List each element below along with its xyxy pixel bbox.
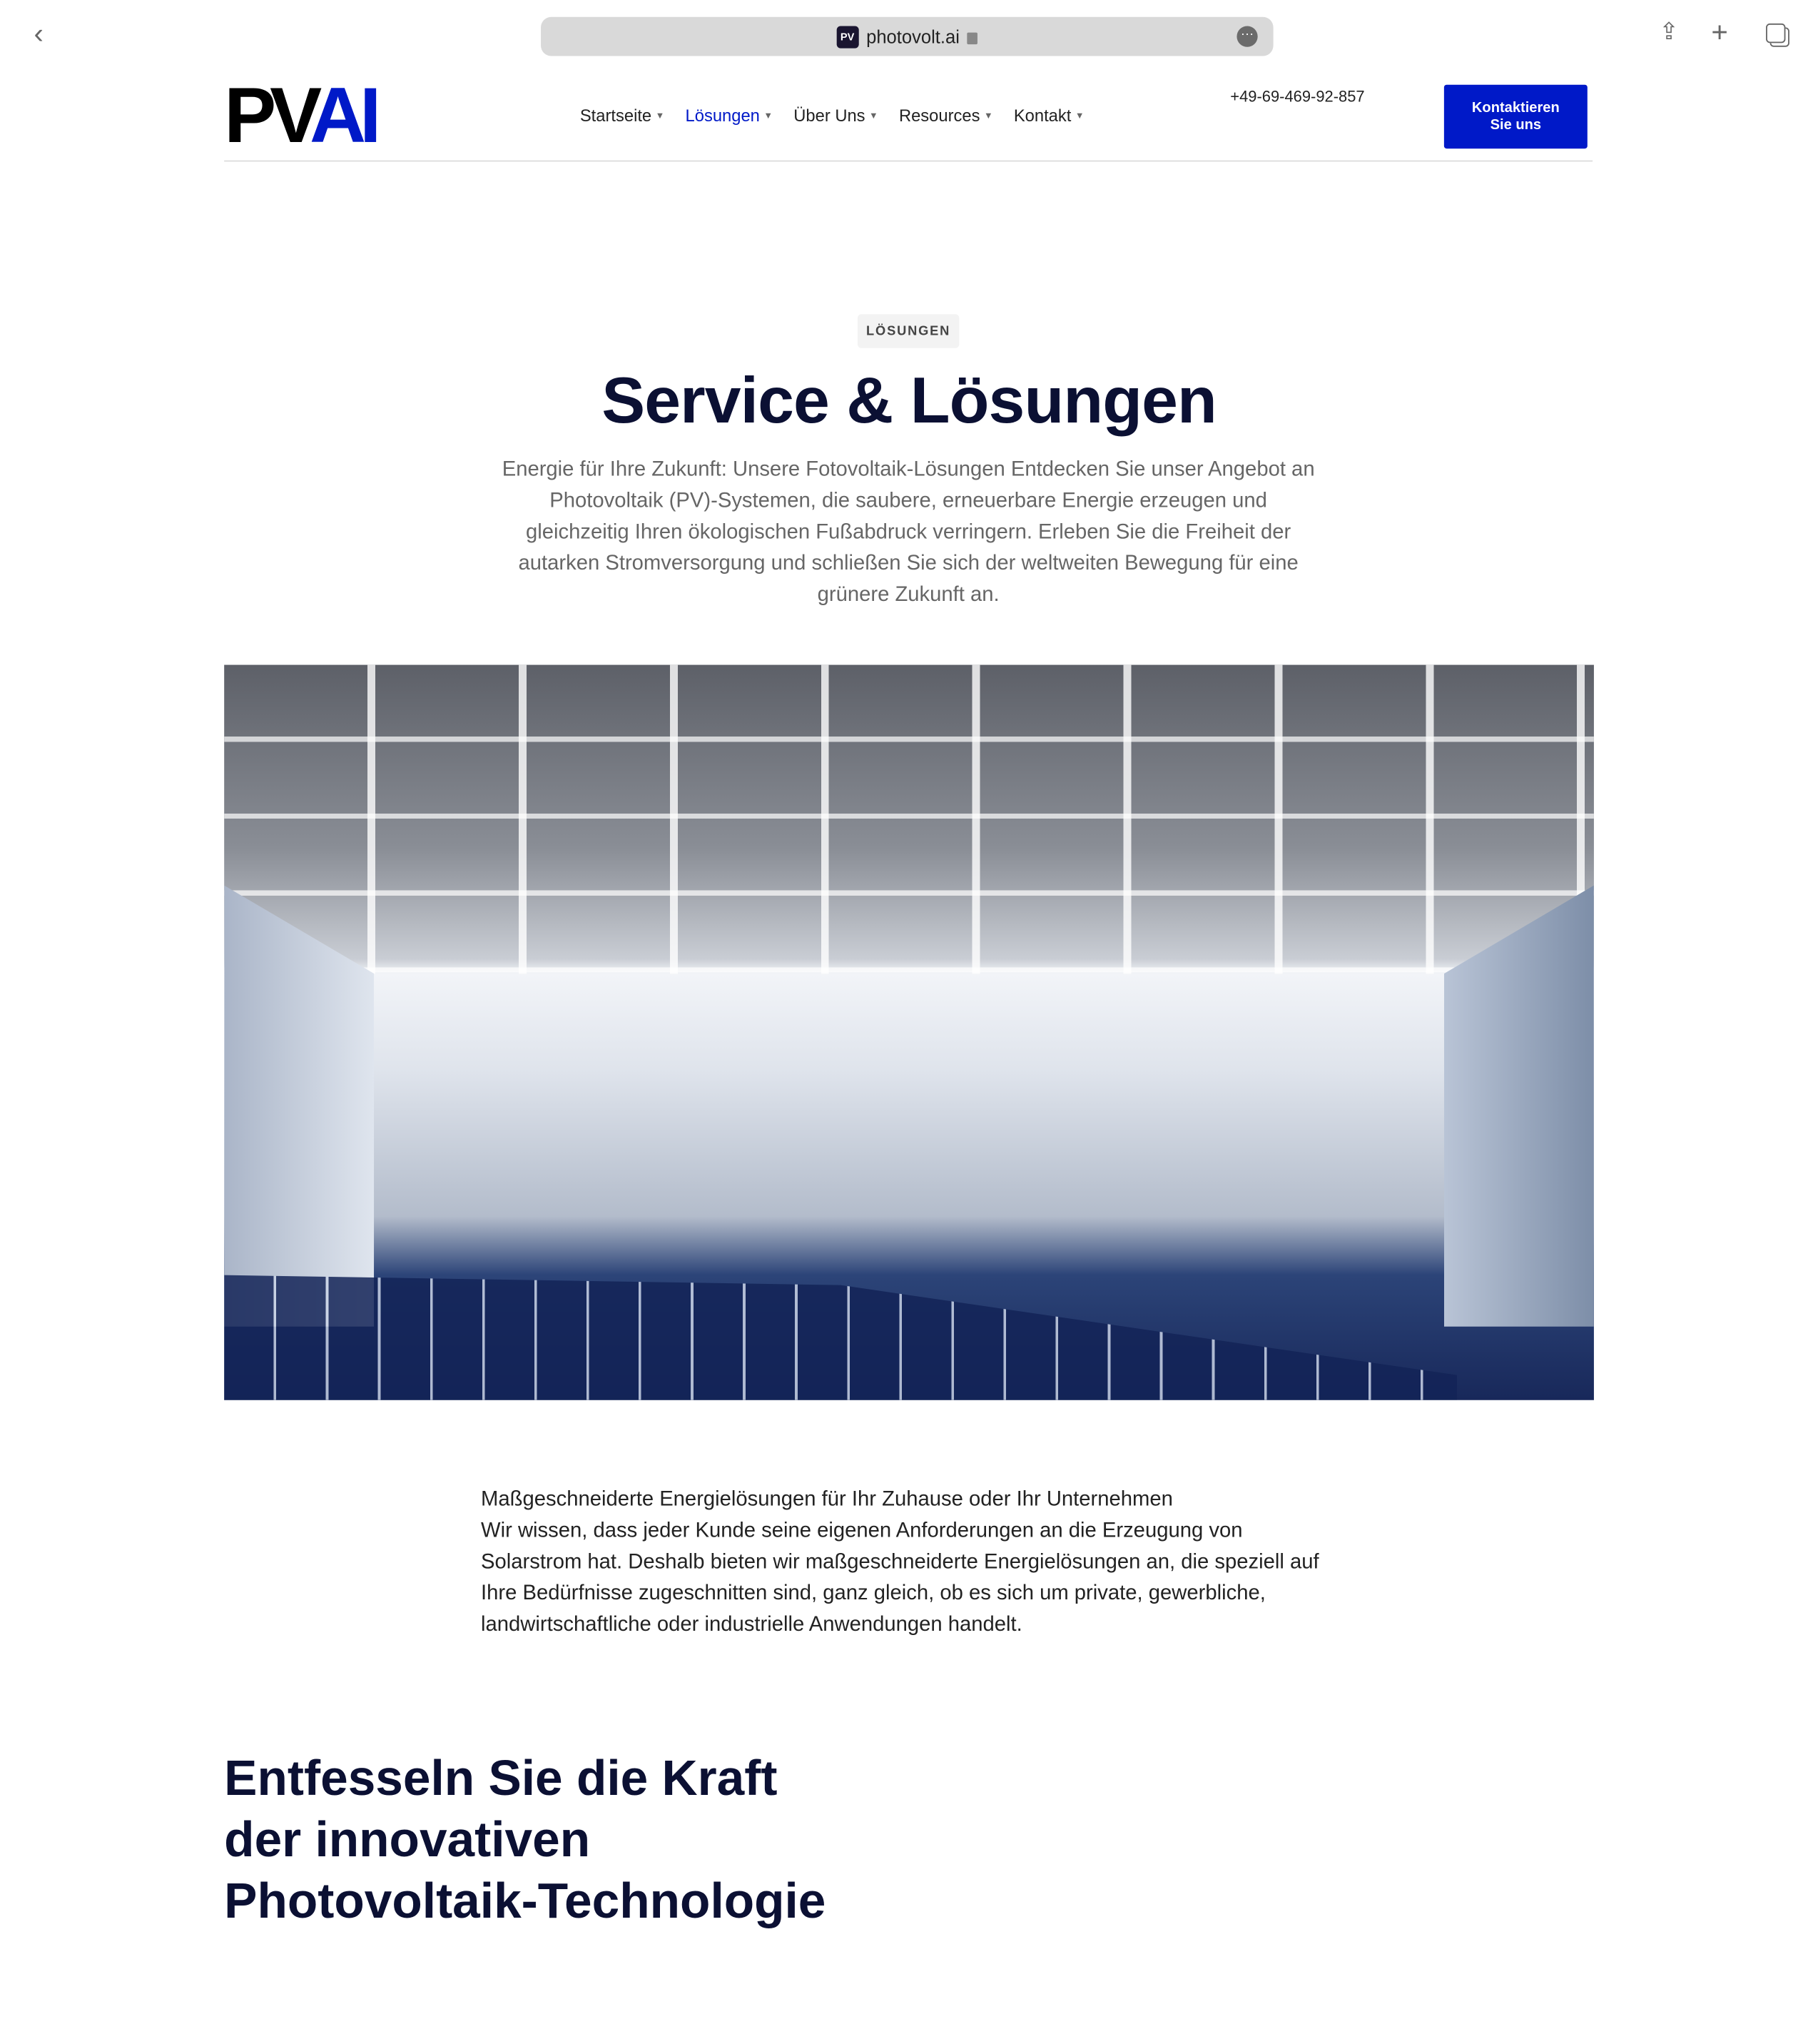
lock-icon: [967, 32, 978, 45]
nav-item-startseite[interactable]: Startseite ▼: [580, 106, 664, 125]
intro-paragraph: Wir wissen, dass jeder Kunde seine eigen…: [481, 1519, 1319, 1636]
plus-icon[interactable]: +: [1711, 16, 1727, 49]
nav-item-kontakt[interactable]: Kontakt ▼: [1014, 106, 1085, 125]
address-bar[interactable]: PV photovolt.ai ···: [541, 16, 1274, 56]
url-text: photovolt.ai: [866, 26, 960, 47]
caret-down-icon: ▼: [983, 112, 993, 121]
caret-down-icon: ▼: [869, 112, 878, 121]
caret-down-icon: ▼: [655, 112, 665, 121]
nav-item-resources[interactable]: Resources ▼: [899, 106, 993, 125]
hero-image: [224, 664, 1594, 1400]
caret-down-icon: ▼: [1075, 112, 1085, 121]
nav-item-loesungen[interactable]: Lösungen ▼: [686, 106, 773, 125]
intro-subtitle: Maßgeschneiderte Energielösungen für Ihr…: [481, 1488, 1173, 1512]
main-nav: Startseite ▼ Lösungen ▼ Über Uns ▼ Resource…: [580, 106, 1085, 125]
phone-link[interactable]: +49-69-469-92-857: [1230, 87, 1364, 106]
share-icon[interactable]: ⇪: [1659, 19, 1679, 46]
back-chevron-icon[interactable]: ‹: [34, 17, 43, 51]
favicon: PV: [836, 25, 859, 48]
logo[interactable]: PVAI: [224, 76, 381, 155]
page-title: Service & Lösungen: [601, 363, 1217, 437]
section-badge: LÖSUNGEN: [857, 314, 960, 348]
caret-down-icon: ▼: [763, 112, 773, 121]
header-divider: [224, 160, 1593, 162]
contact-button[interactable]: Kontaktieren Sie uns: [1443, 84, 1588, 149]
tabs-icon[interactable]: [1766, 23, 1786, 44]
hero-lead: Energie für Ihre Zukunft: Unsere Fotovol…: [502, 458, 1315, 607]
intro-text: Maßgeschneiderte Energielösungen für Ihr…: [481, 1484, 1341, 1641]
more-icon[interactable]: ···: [1236, 26, 1258, 47]
section-heading: Entfesseln Sie die Kraft der innovativen…: [224, 1751, 826, 1930]
nav-item-ueber-uns[interactable]: Über Uns ▼: [793, 106, 878, 125]
